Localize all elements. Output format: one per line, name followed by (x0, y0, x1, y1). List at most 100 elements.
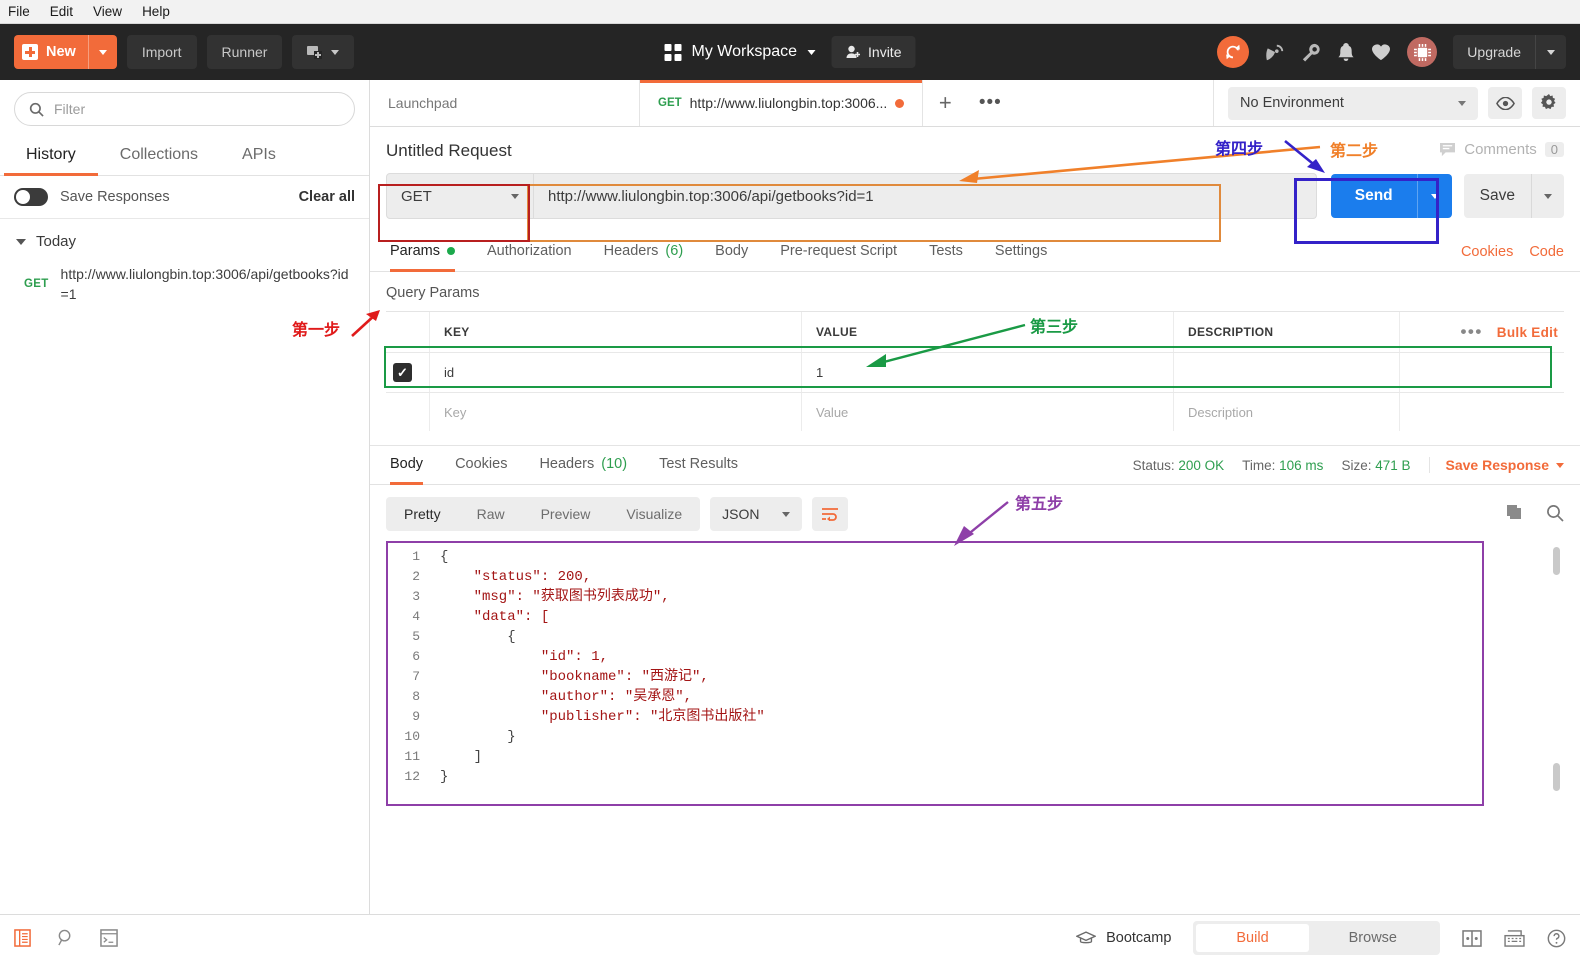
runner-label: Runner (221, 44, 268, 60)
header-actions: Upgrade (1217, 35, 1566, 69)
sidebar-tab-apis[interactable]: APIs (220, 136, 298, 175)
chevron-down-icon (16, 238, 26, 245)
response-tab-headers[interactable]: Headers (10) (523, 446, 643, 484)
history-group-today[interactable]: Today (0, 219, 369, 260)
annotation-url-box (527, 184, 1221, 242)
bootcamp-label: Bootcamp (1106, 930, 1172, 946)
response-format-select[interactable]: JSON (710, 497, 802, 531)
new-row-value-input[interactable]: Value (802, 393, 1174, 431)
save-caret-icon[interactable] (1531, 174, 1564, 218)
menu-view[interactable]: View (93, 4, 122, 19)
clear-all-button[interactable]: Clear all (299, 189, 355, 205)
browse-button[interactable]: Browse (1309, 924, 1437, 952)
keyboard-icon[interactable] (1504, 929, 1525, 947)
filter-input[interactable]: Filter (14, 92, 355, 126)
invite-button[interactable]: Invite (831, 36, 916, 68)
menu-help[interactable]: Help (142, 4, 170, 19)
response-tab-test-results[interactable]: Test Results (643, 446, 754, 484)
comments-button[interactable]: Comments 0 (1439, 141, 1564, 158)
search-icon[interactable] (1546, 504, 1564, 525)
view-mode-pretty[interactable]: Pretty (386, 497, 459, 531)
tab-request-title: http://www.liulongbin.top:3006... (689, 95, 888, 111)
build-button[interactable]: Build (1196, 924, 1309, 952)
new-dropdown-caret[interactable] (87, 35, 117, 69)
new-row-key-input[interactable]: Key (430, 393, 802, 431)
main-area: Filter History Collections APIs Save Res… (0, 80, 1580, 914)
invite-person-icon (846, 45, 860, 58)
terminal-icon[interactable] (100, 929, 118, 947)
workspace-selector-group: My Workspace Invite (664, 36, 916, 68)
params-more-button[interactable]: ••• (1460, 322, 1482, 342)
view-mode-preview[interactable]: Preview (523, 497, 609, 531)
new-button-label: New (46, 44, 76, 60)
wrench-icon[interactable] (1301, 43, 1321, 62)
upgrade-caret-icon[interactable] (1535, 35, 1566, 69)
annotation-step-5-box (386, 541, 1484, 806)
view-mode-visualize[interactable]: Visualize (608, 497, 700, 531)
response-tabs-bar: Body Cookies Headers (10) Test Results S… (370, 445, 1580, 485)
response-body[interactable]: 1 2 3 4 5 6 7 8 9 10 11 12 { "status": 2… (386, 541, 1564, 914)
tab-more-button[interactable]: ••• (967, 80, 1013, 126)
comments-count: 0 (1544, 142, 1564, 157)
menu-edit[interactable]: Edit (50, 4, 73, 19)
response-stats: Status: 200 OK Time: 106 ms Size: 471 B … (1133, 457, 1564, 473)
comment-icon (1440, 142, 1456, 157)
find-icon[interactable] (57, 929, 74, 947)
copy-icon[interactable] (1506, 504, 1524, 525)
request-name[interactable]: Untitled Request (386, 141, 1564, 161)
response-format-label: JSON (722, 506, 760, 522)
environment-area: No Environment (1213, 80, 1580, 126)
view-mode-raw[interactable]: Raw (459, 497, 523, 531)
os-menubar: File Edit View Help (0, 0, 1580, 24)
search-icon (29, 102, 44, 117)
console-icon[interactable] (14, 929, 31, 947)
history-item[interactable]: GET http://www.liulongbin.top:3006/api/g… (0, 260, 369, 315)
time-stat: Time: 106 ms (1242, 457, 1324, 473)
grid-icon (664, 43, 682, 61)
filter-placeholder: Filter (54, 101, 86, 117)
tab-launchpad[interactable]: Launchpad (370, 80, 640, 126)
response-tab-body[interactable]: Body (386, 446, 439, 485)
new-button[interactable]: New (14, 35, 117, 69)
satellite-icon[interactable] (1265, 43, 1285, 62)
code-link[interactable]: Code (1529, 244, 1564, 260)
sidebar-tab-collections[interactable]: Collections (98, 136, 220, 175)
size-value: 471 B (1375, 457, 1411, 473)
sync-icon[interactable] (1217, 36, 1250, 68)
save-button[interactable]: Save (1463, 174, 1564, 218)
response-tab-cookies[interactable]: Cookies (439, 446, 523, 484)
history-group-label: Today (36, 233, 77, 250)
upgrade-button[interactable]: Upgrade (1453, 35, 1566, 69)
help-icon[interactable] (1547, 929, 1566, 948)
bulk-edit-button[interactable]: Bulk Edit (1497, 325, 1558, 340)
import-label: Import (141, 44, 182, 60)
tab-request[interactable]: GET http://www.liulongbin.top:3006... (640, 80, 924, 126)
new-row-description-input[interactable]: Description (1174, 393, 1400, 431)
environment-select[interactable]: No Environment (1228, 86, 1478, 120)
two-pane-icon[interactable] (1462, 929, 1482, 947)
avatar-icon[interactable] (1407, 37, 1438, 67)
bell-icon[interactable] (1337, 42, 1355, 62)
tab-launchpad-label: Launchpad (388, 95, 458, 111)
sidebar-tab-history[interactable]: History (4, 136, 98, 176)
response-scrollbar-thumb[interactable] (1553, 763, 1560, 791)
params-modified-dot-icon (446, 247, 455, 255)
cookies-link[interactable]: Cookies (1461, 244, 1513, 260)
new-window-button[interactable] (292, 35, 355, 69)
graduation-cap-icon (1076, 930, 1097, 943)
eye-icon[interactable] (1488, 87, 1522, 119)
menu-file[interactable]: File (8, 4, 30, 19)
bootcamp-button[interactable]: Bootcamp (1076, 930, 1171, 946)
wrap-lines-icon[interactable] (811, 497, 848, 531)
build-browse-toggle: Build Browse (1193, 921, 1440, 955)
workspace-selector[interactable]: My Workspace (664, 43, 816, 61)
response-scrollbar[interactable] (1553, 547, 1560, 575)
new-tab-button[interactable]: + (923, 80, 967, 126)
table-row-empty[interactable]: Key Value Description (386, 393, 1564, 431)
gear-icon[interactable] (1532, 87, 1566, 119)
runner-button[interactable]: Runner (206, 35, 283, 69)
import-button[interactable]: Import (126, 35, 197, 69)
save-responses-toggle[interactable] (14, 188, 48, 206)
save-response-button[interactable]: Save Response (1428, 457, 1564, 473)
heart-icon[interactable] (1371, 43, 1391, 61)
